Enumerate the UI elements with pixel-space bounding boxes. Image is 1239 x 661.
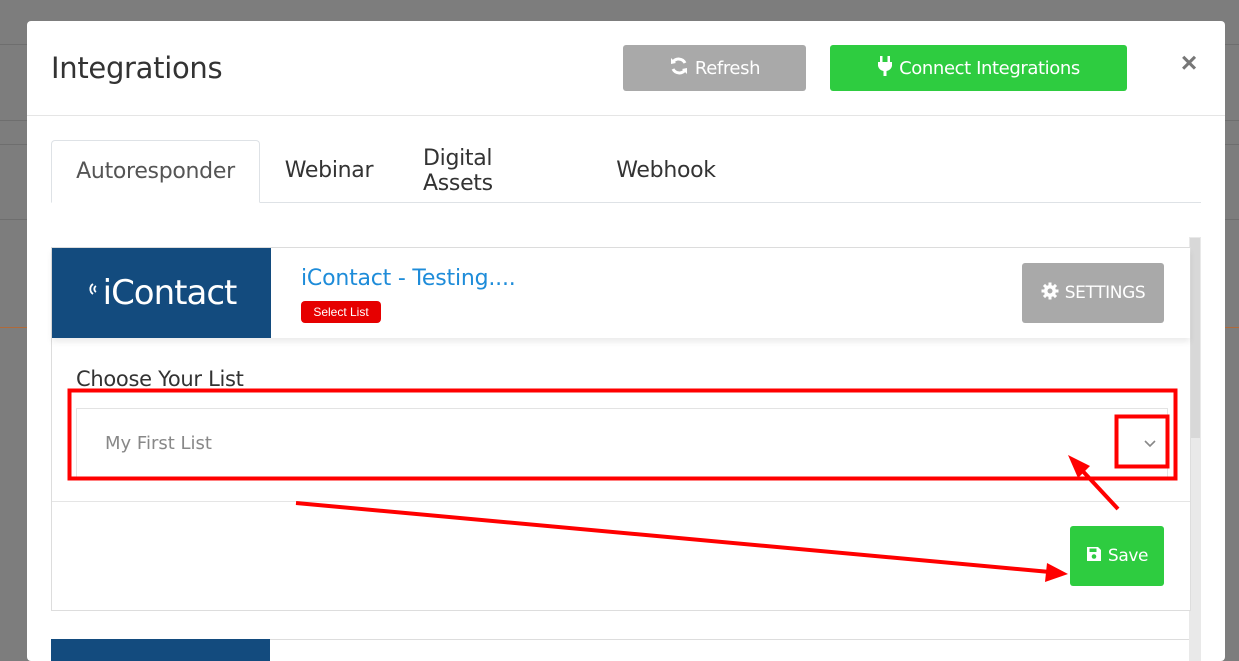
save-label: Save [1107, 546, 1149, 566]
tab-autoresponder[interactable]: Autoresponder [51, 140, 260, 203]
selected-list-value: My First List [105, 433, 212, 454]
choose-list-label: Choose Your List [76, 367, 244, 391]
settings-label: SETTINGS [1064, 283, 1146, 303]
plug-icon [877, 55, 893, 82]
integration-card-header: iContact iContact - Testing.... Select L… [52, 248, 1190, 338]
save-icon [1086, 546, 1102, 567]
scrollbar-thumb[interactable] [1190, 238, 1200, 438]
chevron-down-icon[interactable] [1143, 436, 1157, 448]
integrations-modal: Integrations Refresh Connect Integration… [27, 21, 1225, 661]
gear-icon [1041, 282, 1059, 305]
background-accent-line [1225, 327, 1239, 328]
integration-name[interactable]: iContact - Testing.... [301, 266, 516, 291]
tab-digital-assets[interactable]: Digital Assets [423, 140, 565, 201]
next-integration-card [270, 639, 1189, 661]
logo-signal-icon [87, 280, 101, 307]
icontact-logo: iContact [52, 248, 271, 338]
settings-button[interactable]: SETTINGS [1022, 263, 1164, 323]
refresh-label: Refresh [694, 57, 761, 79]
list-select[interactable]: My First List [76, 408, 1168, 478]
next-integration-logo [51, 639, 270, 661]
connect-label: Connect Integrations [899, 57, 1080, 79]
modal-header: Integrations Refresh Connect Integration… [27, 21, 1225, 116]
tab-webhook[interactable]: Webhook [614, 140, 718, 201]
modal-title: Integrations [51, 51, 223, 85]
refresh-button[interactable]: Refresh [623, 45, 806, 91]
integration-card: iContact iContact - Testing.... Select L… [51, 247, 1191, 611]
background-accent-line [0, 327, 27, 328]
refresh-icon [669, 56, 689, 81]
logo-text: iContact [102, 273, 238, 313]
save-button[interactable]: Save [1070, 526, 1164, 586]
close-icon[interactable]: × [1177, 49, 1201, 77]
connect-integrations-button[interactable]: Connect Integrations [830, 45, 1127, 91]
tab-webinar[interactable]: Webinar [283, 140, 375, 201]
integration-tabs: Autoresponder Webinar Digital Assets Web… [51, 140, 1201, 203]
card-divider [52, 501, 1190, 502]
status-badge: Select List [301, 301, 381, 323]
